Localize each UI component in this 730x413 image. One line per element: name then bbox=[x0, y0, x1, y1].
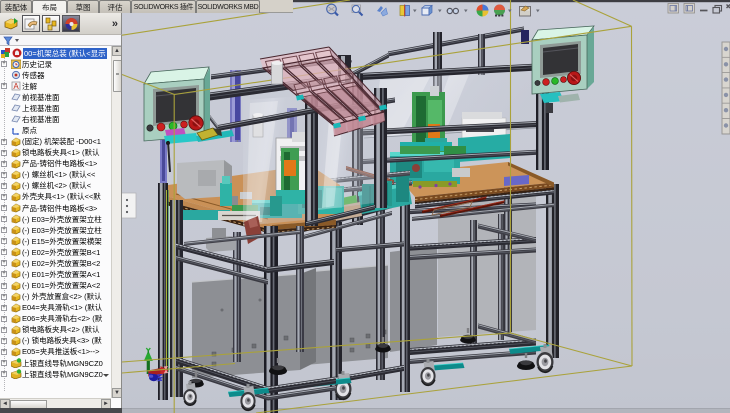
svg-text:A: A bbox=[13, 82, 19, 91]
